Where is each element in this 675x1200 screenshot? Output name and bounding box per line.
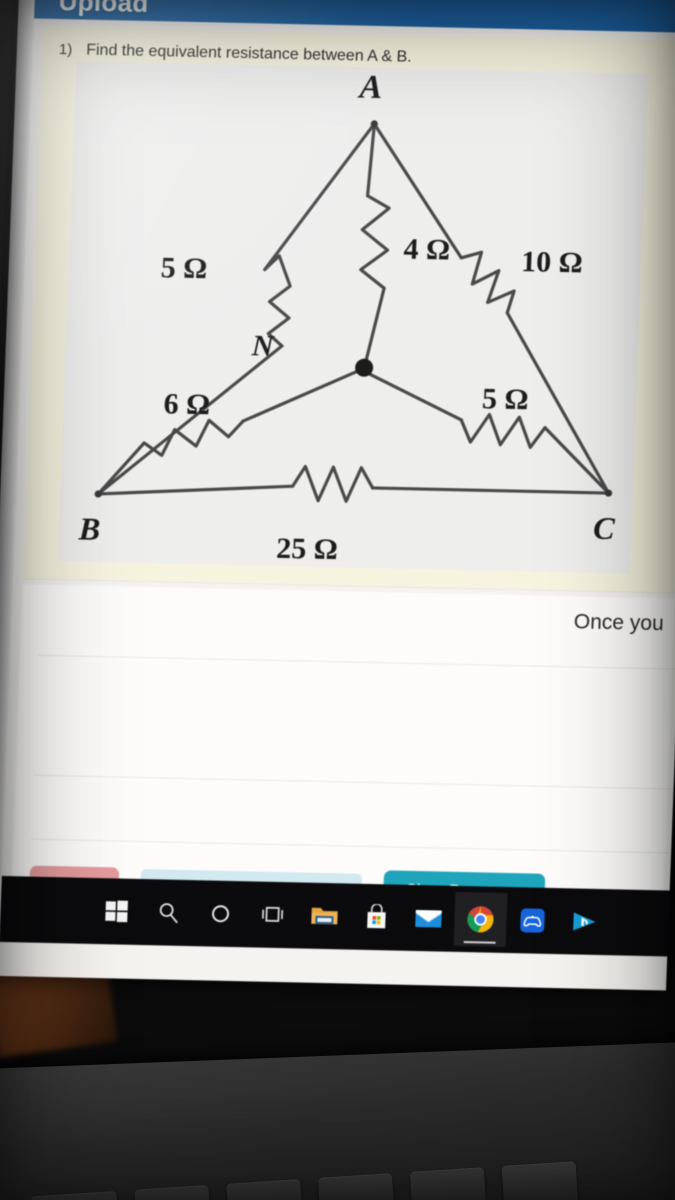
- task-view-button[interactable]: [246, 887, 300, 942]
- resistor-10ohm-ac: [459, 250, 516, 315]
- playstation-button[interactable]: [557, 894, 611, 949]
- node-label-a: A: [357, 69, 383, 107]
- edge-b-c-wire-right: [371, 486, 611, 495]
- photo-scene: Upload 1) Find the equivalent resistance…: [0, 0, 675, 1200]
- instruction-note: Once you: [573, 610, 665, 636]
- edge-b-n-wire-upper: [241, 368, 363, 423]
- resistor-25ohm-bc: [291, 464, 375, 503]
- brightness-down-key[interactable]: ☼: [134, 1184, 212, 1200]
- keyboard-function-row: Esc ☼ ☀: [30, 1151, 675, 1200]
- playstation-icon: [573, 912, 596, 931]
- edge-a-n-wire-upper: [365, 124, 376, 198]
- test-page: 1) Find the equivalent resistance betwee…: [0, 18, 675, 991]
- cortana-icon: [212, 905, 230, 923]
- edge-n-c-wire-upper: [363, 370, 463, 422]
- mail-icon: [415, 909, 442, 928]
- resistor-5ohm-nc: [459, 412, 547, 449]
- resistor-label-an: 4 Ω: [403, 233, 451, 267]
- resistor-label-nc: 5 Ω: [481, 382, 529, 416]
- node-label-c: C: [593, 510, 616, 546]
- circuit-diagram-figure: A B C N 4 Ω 10 Ω 5 Ω 6 Ω 5 Ω 25 Ω: [57, 61, 649, 574]
- resistor-label-bc: 25 Ω: [276, 532, 339, 566]
- resistor-6ohm-bn: [142, 418, 245, 457]
- function-key[interactable]: [501, 1161, 580, 1200]
- edge-b-n-wire-lower: [96, 441, 146, 496]
- edge-a-n-wire-lower: [363, 286, 386, 366]
- cortana-button[interactable]: [194, 886, 248, 941]
- laptop-base: Esc ☼ ☀: [0, 1040, 675, 1200]
- question-number: 1): [58, 41, 73, 59]
- esc-key[interactable]: Esc: [30, 1190, 121, 1200]
- edge-a-b-wire-upper: [263, 122, 376, 272]
- circuit-diagram-svg: A B C N 4 Ω 10 Ω 5 Ω 6 Ω 5 Ω 25 Ω: [77, 69, 616, 567]
- search-button[interactable]: [142, 885, 196, 940]
- resistor-label-bn: 6 Ω: [163, 387, 211, 421]
- chrome-button[interactable]: [453, 891, 508, 947]
- brightness-up-key[interactable]: ☀: [226, 1179, 304, 1200]
- resistor-4ohm-an: [359, 194, 391, 290]
- answer-divider: [38, 654, 675, 670]
- laptop-screen: Upload 1) Find the equivalent resistance…: [0, 0, 675, 991]
- edge-b-c-wire-left: [96, 484, 295, 496]
- start-button[interactable]: [90, 884, 144, 939]
- function-key[interactable]: [317, 1173, 396, 1200]
- xbox-icon: [520, 908, 545, 933]
- node-label-b: B: [77, 511, 101, 547]
- question-card: 1) Find the equivalent resistance betwee…: [23, 26, 675, 593]
- chrome-icon: [467, 906, 494, 933]
- start-icon: [105, 900, 128, 923]
- node-label-n: N: [250, 329, 275, 363]
- microsoft-store-button[interactable]: [350, 890, 404, 945]
- resistor-label-ac: 10 Ω: [521, 245, 584, 279]
- answer-divider: [33, 774, 674, 790]
- file-explorer-icon: [311, 907, 338, 925]
- app-title: Upload: [58, 0, 150, 18]
- answer-divider: [31, 838, 672, 854]
- search-icon: [159, 903, 178, 924]
- resistor-label-ab: 5 Ω: [160, 251, 208, 285]
- mail-button[interactable]: [402, 891, 456, 946]
- xbox-button[interactable]: [505, 893, 559, 948]
- task-view-icon: [262, 906, 284, 922]
- microsoft-store-icon: [367, 903, 386, 929]
- function-key[interactable]: [409, 1167, 488, 1200]
- file-explorer-button[interactable]: [298, 888, 352, 943]
